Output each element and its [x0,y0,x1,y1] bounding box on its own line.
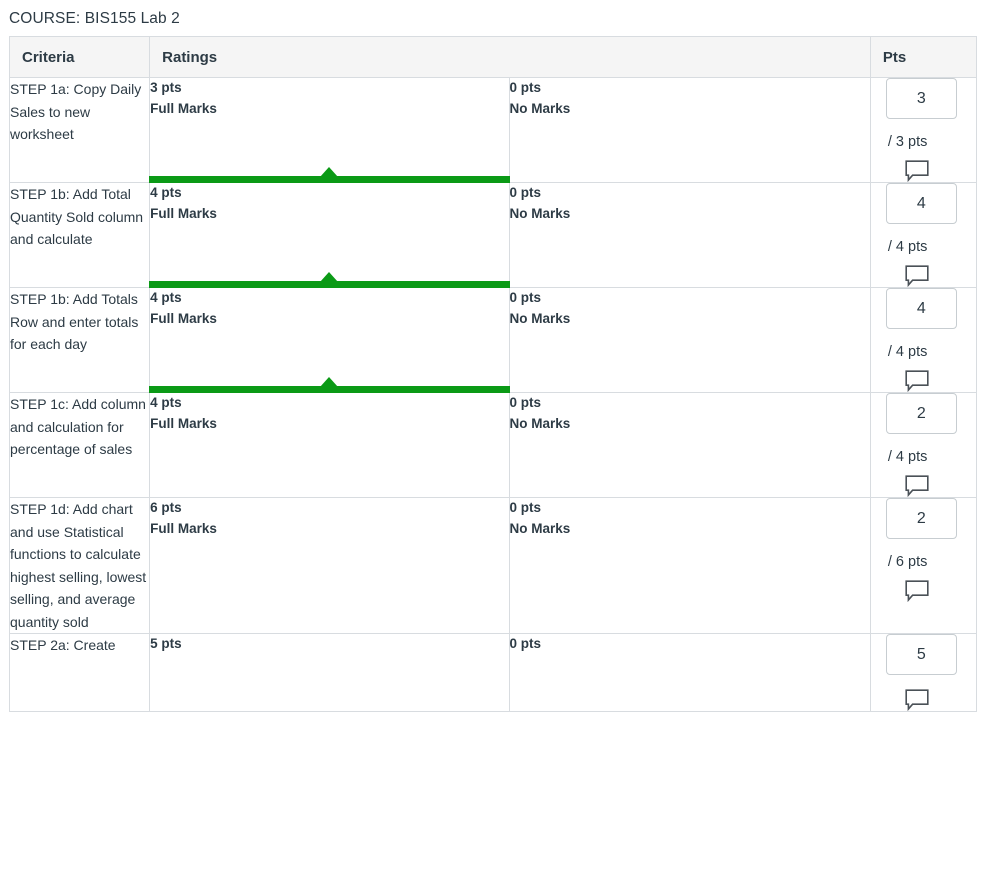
criterion-description: STEP 1b: Add Totals Row and enter totals… [8,287,151,393]
header-row: Criteria Ratings Pts [8,36,978,78]
score-input[interactable] [885,78,957,119]
rating-points: 6 pts [150,500,182,515]
rating-option[interactable]: 6 pts Full Marks [149,497,510,634]
rubric-table: Criteria Ratings Pts STEP 1a: Copy Daily… [8,36,978,712]
points-cell-inner: / 3 pts [871,78,976,182]
rating-points: 0 pts [509,636,542,651]
points-cell: / 3 pts [869,77,978,183]
criterion-description: STEP 1b: Add Total Quantity Sold column … [8,182,151,288]
rating-points: 0 pts [509,395,542,410]
rating-points: 3 pts [150,80,182,95]
rating-description: No Marks [509,310,571,326]
points-cell-inner: / 4 pts [871,393,976,497]
rating-description: Full Marks [150,310,217,326]
column-header-criteria: Criteria [8,36,151,78]
points-possible: / 4 pts [887,239,928,255]
points-cell [869,633,978,712]
score-input[interactable] [885,498,957,539]
points-cell-inner: / 4 pts [871,183,976,287]
rubric-table-head: Criteria Ratings Pts [8,36,978,78]
rating-description: Full Marks [150,205,217,221]
table-row: STEP 1a: Copy Daily Sales to new workshe… [8,77,978,183]
rating-option[interactable]: 0 pts No Marks [508,392,871,498]
rating-description: No Marks [509,205,571,221]
rating-description: No Marks [509,520,571,536]
rating-description: Full Marks [150,100,217,116]
rating-option[interactable]: 4 pts Full Marks [149,392,510,498]
rating-points: 4 pts [150,395,182,410]
criterion-description: STEP 1c: Add column and calculation for … [8,392,151,498]
comment-bubble-icon[interactable] [905,580,929,602]
points-possible: / 4 pts [887,344,928,360]
rating-option[interactable]: 4 pts Full Marks [149,287,510,393]
rating-description: No Marks [509,100,571,116]
criterion-description: STEP 1d: Add chart and use Statistical f… [8,497,151,634]
rating-points: 0 pts [509,80,542,95]
comment-bubble-icon[interactable] [905,475,929,497]
points-possible: / 4 pts [887,449,928,465]
score-input[interactable] [885,393,957,434]
comment-bubble-icon[interactable] [905,689,929,711]
rubric-page: COURSE: BIS155 Lab 2 Criteria Ratings Pt… [0,0,999,883]
rating-description: No Marks [509,415,571,431]
course-title: COURSE: BIS155 Lab 2 [9,10,180,27]
rating-option[interactable]: 0 pts No Marks [508,497,871,634]
table-row: STEP 1b: Add Total Quantity Sold column … [8,182,978,288]
rating-option[interactable]: 0 pts [508,633,871,712]
table-row: STEP 2a: Create 5 pts 0 pts [8,633,978,712]
rating-points: 0 pts [509,290,542,305]
rating-option[interactable]: 5 pts [149,633,510,712]
column-header-pts: Pts [869,36,978,78]
rating-points: 0 pts [509,500,542,515]
comment-bubble-icon[interactable] [905,160,929,182]
rating-points: 4 pts [150,185,182,200]
comment-bubble-icon[interactable] [905,265,929,287]
rating-option[interactable]: 0 pts No Marks [508,287,871,393]
column-header-ratings: Ratings [149,36,871,78]
table-row: STEP 1d: Add chart and use Statistical f… [8,497,978,634]
rating-points: 5 pts [150,636,182,651]
rubric-table-body: STEP 1a: Copy Daily Sales to new workshe… [8,77,978,712]
score-input[interactable] [885,288,957,329]
score-input[interactable] [885,183,957,224]
rating-description: Full Marks [150,520,217,536]
points-possible: / 6 pts [887,554,928,570]
rating-points: 0 pts [509,185,542,200]
rating-points: 4 pts [150,290,182,305]
rating-option[interactable]: 0 pts No Marks [508,182,871,288]
criterion-description: STEP 2a: Create [8,633,151,712]
comment-bubble-icon[interactable] [905,370,929,392]
criterion-description: STEP 1a: Copy Daily Sales to new workshe… [8,77,151,183]
points-possible: / 3 pts [887,134,928,150]
rating-option[interactable]: 0 pts No Marks [508,77,871,183]
points-cell: / 6 pts [869,497,978,634]
points-cell: / 4 pts [869,287,978,393]
score-input[interactable] [885,634,957,675]
points-cell-inner [871,634,976,711]
rating-option[interactable]: 4 pts Full Marks [149,182,510,288]
table-row: STEP 1c: Add column and calculation for … [8,392,978,498]
points-cell: / 4 pts [869,392,978,498]
points-cell-inner: / 4 pts [871,288,976,392]
points-cell-inner: / 6 pts [871,498,976,602]
rating-option[interactable]: 3 pts Full Marks [149,77,510,183]
rating-description: Full Marks [150,415,217,431]
table-row: STEP 1b: Add Totals Row and enter totals… [8,287,978,393]
points-cell: / 4 pts [869,182,978,288]
